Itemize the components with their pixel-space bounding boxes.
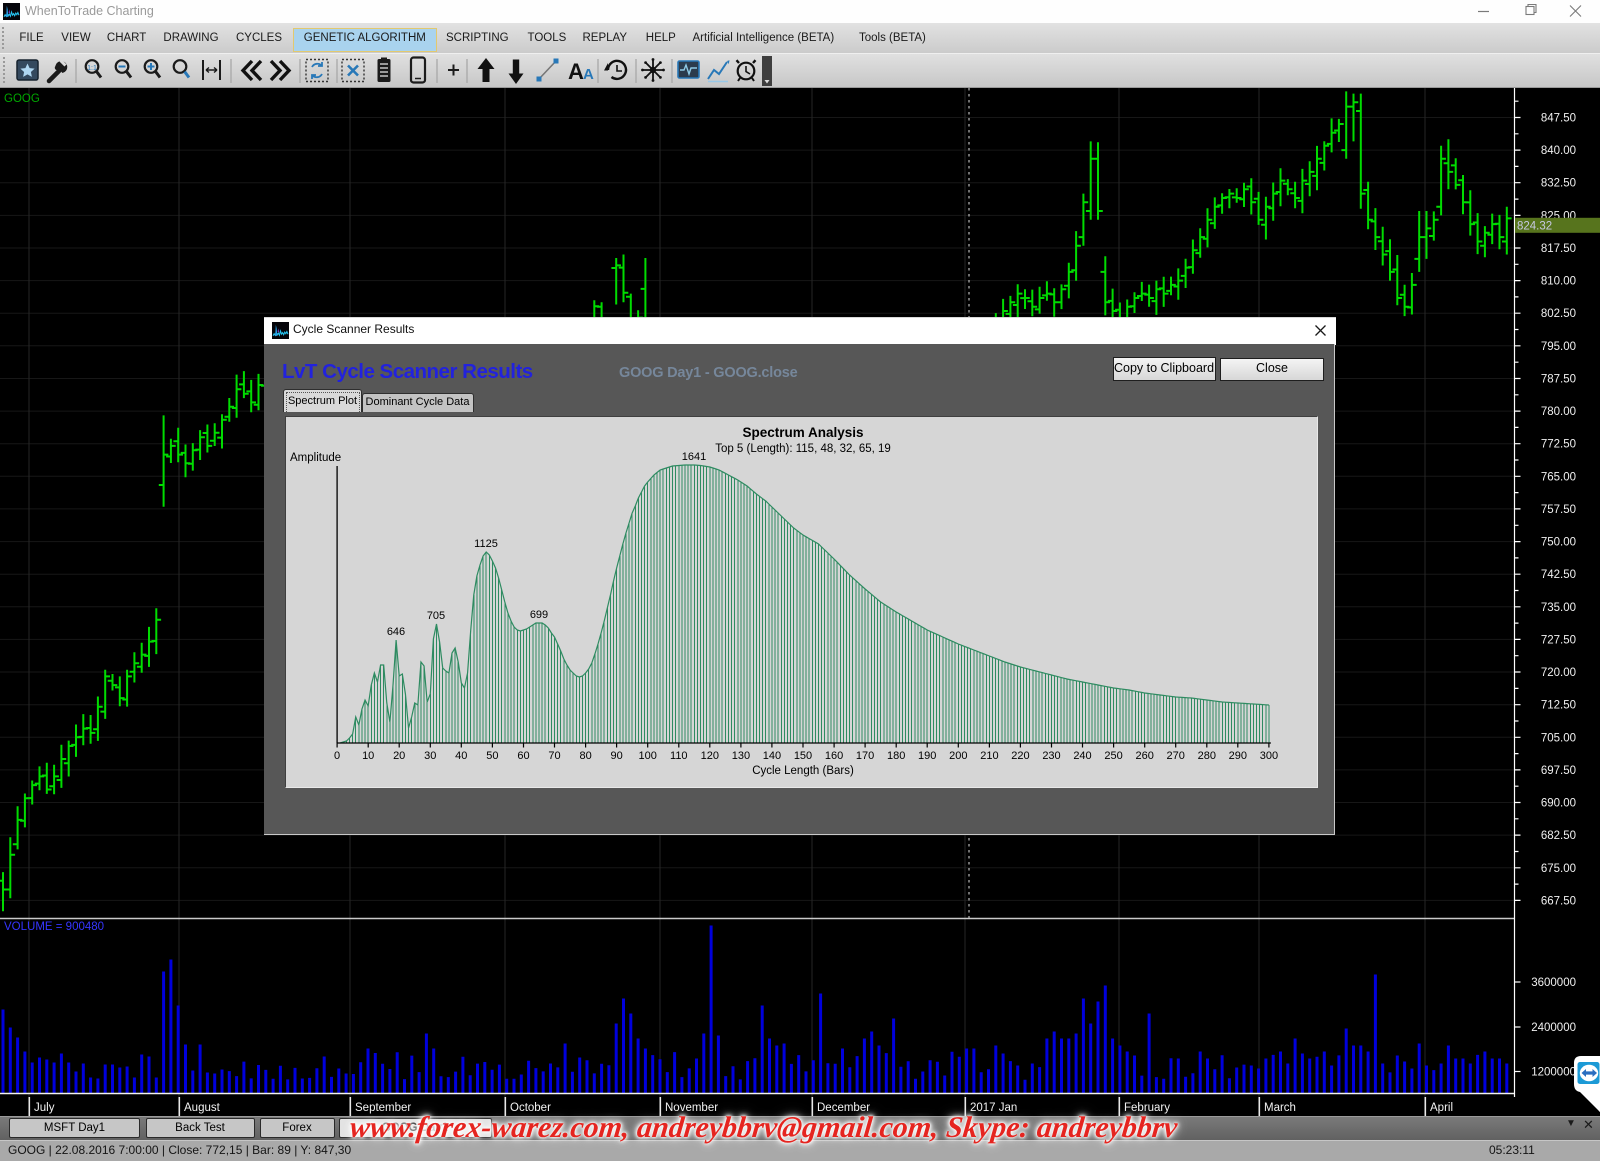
svg-text:GOOG: GOOG xyxy=(4,93,40,105)
svg-text:260: 260 xyxy=(1135,750,1153,762)
svg-text:10: 10 xyxy=(362,750,374,762)
svg-text:90: 90 xyxy=(610,750,622,762)
svg-text:Spectrum Analysis: Spectrum Analysis xyxy=(742,425,863,440)
svg-text:787.50: 787.50 xyxy=(1541,374,1576,386)
svg-text:817.50: 817.50 xyxy=(1541,243,1576,255)
svg-text:690.00: 690.00 xyxy=(1541,798,1576,810)
svg-text:832.50: 832.50 xyxy=(1541,178,1576,190)
svg-text:Amplitude: Amplitude xyxy=(290,452,341,464)
svg-text:720.00: 720.00 xyxy=(1541,667,1576,679)
svg-text:80: 80 xyxy=(579,750,591,762)
svg-text:727.50: 727.50 xyxy=(1541,634,1576,646)
svg-text:240: 240 xyxy=(1073,750,1091,762)
svg-text:840.00: 840.00 xyxy=(1541,145,1576,157)
svg-text:200: 200 xyxy=(949,750,967,762)
svg-text:750.00: 750.00 xyxy=(1541,537,1576,549)
svg-text:697.50: 697.50 xyxy=(1541,765,1576,777)
svg-text:847.50: 847.50 xyxy=(1541,113,1576,125)
svg-text:772.50: 772.50 xyxy=(1541,439,1576,451)
svg-text:646: 646 xyxy=(386,626,404,638)
svg-text:120: 120 xyxy=(700,750,718,762)
svg-text:795.00: 795.00 xyxy=(1541,341,1576,353)
svg-text:March: March xyxy=(1264,1102,1296,1114)
svg-text:170: 170 xyxy=(855,750,873,762)
svg-text:780.00: 780.00 xyxy=(1541,406,1576,418)
svg-text:40: 40 xyxy=(455,750,467,762)
svg-text:Top 5 (Length): 115, 48, 32, 6: Top 5 (Length): 115, 48, 32, 65, 19 xyxy=(715,443,891,455)
svg-text:160: 160 xyxy=(824,750,842,762)
svg-text:60: 60 xyxy=(517,750,529,762)
svg-text:270: 270 xyxy=(1166,750,1184,762)
svg-text:765.00: 765.00 xyxy=(1541,471,1576,483)
svg-text:70: 70 xyxy=(548,750,560,762)
svg-text:150: 150 xyxy=(793,750,811,762)
svg-text:1641: 1641 xyxy=(681,451,705,463)
svg-text:705.00: 705.00 xyxy=(1541,732,1576,744)
svg-text:675.00: 675.00 xyxy=(1541,863,1576,875)
svg-text:757.50: 757.50 xyxy=(1541,504,1576,516)
svg-text:3600000: 3600000 xyxy=(1531,977,1576,989)
svg-text:110: 110 xyxy=(670,750,688,762)
svg-text:100: 100 xyxy=(638,750,656,762)
svg-text:712.50: 712.50 xyxy=(1541,700,1576,712)
svg-text:VOLUME = 900480: VOLUME = 900480 xyxy=(4,921,104,933)
svg-text:667.50: 667.50 xyxy=(1541,895,1576,907)
svg-text:20: 20 xyxy=(393,750,405,762)
svg-text:1200000: 1200000 xyxy=(1531,1067,1576,1079)
svg-text:705: 705 xyxy=(426,610,444,622)
svg-text:July: July xyxy=(34,1102,55,1114)
svg-text:735.00: 735.00 xyxy=(1541,602,1576,614)
svg-text:0: 0 xyxy=(334,750,340,762)
svg-text:2400000: 2400000 xyxy=(1531,1022,1576,1034)
svg-text:699: 699 xyxy=(529,609,547,621)
svg-text:140: 140 xyxy=(762,750,780,762)
svg-text:802.50: 802.50 xyxy=(1541,308,1576,320)
svg-text:810.00: 810.00 xyxy=(1541,276,1576,288)
svg-text:300: 300 xyxy=(1259,750,1277,762)
svg-text:230: 230 xyxy=(1042,750,1060,762)
svg-text:190: 190 xyxy=(918,750,936,762)
svg-text:April: April xyxy=(1430,1102,1453,1114)
svg-text:180: 180 xyxy=(887,750,905,762)
svg-text:1125: 1125 xyxy=(474,538,498,550)
svg-text:30: 30 xyxy=(424,750,436,762)
svg-text:130: 130 xyxy=(731,750,749,762)
svg-text:824.32: 824.32 xyxy=(1517,220,1552,232)
svg-text:682.50: 682.50 xyxy=(1541,830,1576,842)
svg-text:Cycle Length (Bars): Cycle Length (Bars) xyxy=(752,765,854,777)
svg-text:August: August xyxy=(184,1102,221,1114)
svg-text:50: 50 xyxy=(486,750,498,762)
svg-text:250: 250 xyxy=(1104,750,1122,762)
svg-text:290: 290 xyxy=(1228,750,1246,762)
svg-text:742.50: 742.50 xyxy=(1541,569,1576,581)
svg-text:280: 280 xyxy=(1197,750,1215,762)
svg-text:220: 220 xyxy=(1011,750,1029,762)
svg-text:210: 210 xyxy=(980,750,998,762)
